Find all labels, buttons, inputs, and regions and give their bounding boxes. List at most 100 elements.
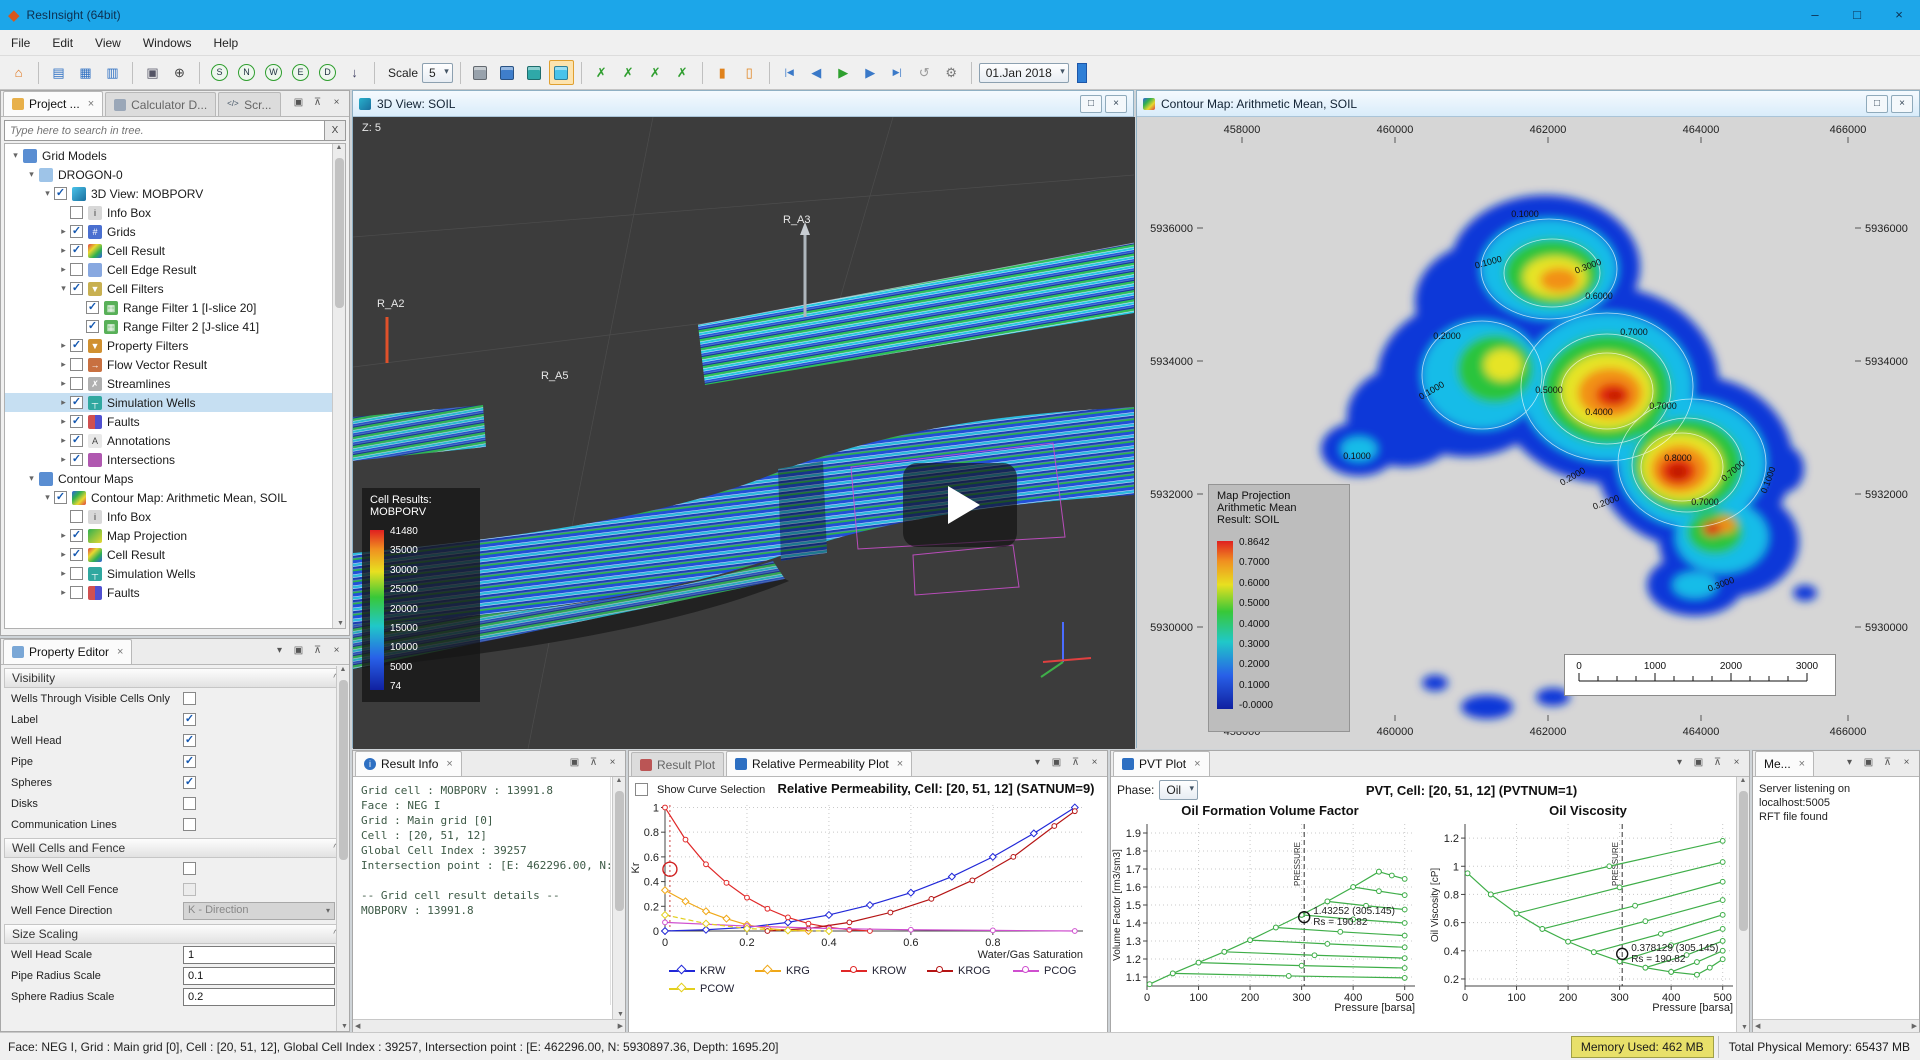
checkbox-map-projection[interactable]: ✓ xyxy=(70,529,83,542)
pin-icon[interactable]: ⊼ xyxy=(586,756,601,771)
anim-skip-end-icon[interactable]: ▶| xyxy=(885,60,910,85)
checkbox-flow-vector-result[interactable] xyxy=(70,358,83,371)
close-icon[interactable]: × xyxy=(88,98,94,110)
checkbox-streamlines[interactable] xyxy=(70,377,83,390)
tree-item-range-filter-2-j-slice-41[interactable]: ✓▦Range Filter 2 [J-slice 41] xyxy=(5,317,345,336)
phase-select[interactable]: Oil▾ xyxy=(1159,780,1198,800)
dock-menu-icon[interactable]: ▾ xyxy=(1030,756,1045,771)
plot-main-window-icon[interactable]: ▤ xyxy=(46,60,71,85)
expand-open-icon[interactable]: ▾ xyxy=(25,473,38,484)
section-header-well-cells-and-fence[interactable]: Well Cells and Fence^ xyxy=(4,838,346,858)
legend-item-krw[interactable]: KRW xyxy=(669,962,755,980)
search-input[interactable] xyxy=(4,120,325,141)
tree-item-streamlines[interactable]: ▸✗Streamlines xyxy=(5,374,345,393)
section-header-visibility[interactable]: Visibility^ xyxy=(4,668,346,688)
expand-open-icon[interactable]: ▾ xyxy=(41,492,54,503)
checkbox-communication-lines[interactable] xyxy=(183,818,196,831)
zoom-all-icon[interactable]: ⊕ xyxy=(167,60,192,85)
close-icon[interactable]: × xyxy=(329,96,344,111)
pin-icon[interactable]: ⊼ xyxy=(1880,756,1895,771)
draw-style-faults-icon[interactable] xyxy=(549,60,574,85)
tile-windows-icon[interactable]: ▣ xyxy=(140,60,165,85)
view-from-north-icon[interactable]: N xyxy=(234,60,259,85)
checkbox-info-box[interactable] xyxy=(70,206,83,219)
close-icon[interactable]: × xyxy=(1194,758,1200,770)
tab-property-editor[interactable]: Property Editor × xyxy=(3,639,132,664)
float-icon[interactable]: ▣ xyxy=(567,756,582,771)
expand-closed-icon[interactable]: ▸ xyxy=(57,245,70,256)
tree-item-faults[interactable]: ▸✓Faults xyxy=(5,412,345,431)
draw-style-mesh-icon[interactable] xyxy=(522,60,547,85)
menu-edit[interactable]: Edit xyxy=(41,30,84,56)
checkbox-range-filter-2-j-slice-41[interactable]: ✓ xyxy=(86,320,99,333)
view-from-above-icon[interactable]: D xyxy=(315,60,340,85)
checkbox-faults[interactable] xyxy=(70,586,83,599)
tree-item-map-projection[interactable]: ▸✓Map Projection xyxy=(5,526,345,545)
snapshot-icon[interactable]: ↓ xyxy=(342,60,367,85)
view-from-east-icon[interactable]: E xyxy=(288,60,313,85)
expand-closed-icon[interactable]: ▸ xyxy=(57,530,70,541)
checkbox-info-box[interactable] xyxy=(70,510,83,523)
tree-item-drogon-0[interactable]: ▾DROGON-0 xyxy=(5,165,345,184)
checkbox-show-well-cells[interactable] xyxy=(183,862,196,875)
expand-closed-icon[interactable]: ▸ xyxy=(57,264,70,275)
pin-icon[interactable]: ⊼ xyxy=(1068,756,1083,771)
tree-item-range-filter-1-i-slice-20[interactable]: ✓▦Range Filter 1 [I-slice 20] xyxy=(5,298,345,317)
fvf-chart[interactable]: 01002003004005001.11.21.31.41.51.61.71.8… xyxy=(1111,818,1425,1014)
pvt-vscroll[interactable]: ▲▼ xyxy=(1736,777,1749,1032)
checkbox-intersections[interactable]: ✓ xyxy=(70,453,83,466)
tab-project[interactable]: Project ...× xyxy=(3,91,103,116)
checkbox-annotations[interactable]: ✓ xyxy=(70,434,83,447)
expand-closed-icon[interactable]: ▸ xyxy=(57,454,70,465)
result-info-vscroll[interactable]: ▲▼ xyxy=(612,777,625,1032)
timestep-select[interactable]: 01.Jan 2018▾ xyxy=(979,63,1069,83)
input-pipe-radius-scale[interactable]: 0.1 xyxy=(183,967,335,985)
checkbox-spheres[interactable]: ✓ xyxy=(183,776,196,789)
close-icon[interactable]: × xyxy=(605,756,620,771)
menu-windows[interactable]: Windows xyxy=(132,30,203,56)
minimize-button[interactable]: – xyxy=(1794,0,1836,30)
tree-item-cell-filters[interactable]: ▾✓▼Cell Filters xyxy=(5,279,345,298)
well-spheres-icon[interactable]: ✗ xyxy=(643,60,668,85)
expand-open-icon[interactable]: ▾ xyxy=(9,150,22,161)
tree-item-simulation-wells[interactable]: ▸┬Simulation Wells xyxy=(5,564,345,583)
checkbox-faults[interactable]: ✓ xyxy=(70,415,83,428)
checkbox-contour-map-arithmetic-mean-soil[interactable]: ✓ xyxy=(54,491,67,504)
expand-closed-icon[interactable]: ▸ xyxy=(57,226,70,237)
tree-item-intersections[interactable]: ▸✓Intersections xyxy=(5,450,345,469)
tree-item-cell-result[interactable]: ▸✓Cell Result xyxy=(5,241,345,260)
tree-item-simulation-wells[interactable]: ▸✓┬Simulation Wells xyxy=(5,393,345,412)
expand-closed-icon[interactable]: ▸ xyxy=(57,416,70,427)
pin-icon[interactable]: ⊼ xyxy=(1710,756,1725,771)
expand-closed-icon[interactable]: ▸ xyxy=(57,568,70,579)
close-icon[interactable]: × xyxy=(446,758,452,770)
checkbox-cell-edge-result[interactable] xyxy=(70,263,83,276)
input-well-head-scale[interactable]: 1 xyxy=(183,946,335,964)
expand-closed-icon[interactable]: ▸ xyxy=(57,435,70,446)
menu-help[interactable]: Help xyxy=(203,30,250,56)
anim-play-icon[interactable]: ▶ xyxy=(831,60,856,85)
tree-item-grid-models[interactable]: ▾Grid Models xyxy=(5,146,345,165)
close-icon[interactable]: × xyxy=(897,758,903,770)
anim-skip-start-icon[interactable]: |◀ xyxy=(777,60,802,85)
expand-closed-icon[interactable]: ▸ xyxy=(57,549,70,560)
tab-scr[interactable]: </>Scr... xyxy=(218,92,280,116)
close-icon[interactable]: × xyxy=(1891,95,1913,113)
search-clear-button[interactable]: X xyxy=(325,120,346,141)
well-pipes-icon[interactable]: ✗ xyxy=(616,60,641,85)
checkbox-simulation-wells[interactable] xyxy=(70,567,83,580)
restore-icon[interactable]: □ xyxy=(1866,95,1888,113)
float-icon[interactable]: ▣ xyxy=(291,644,306,659)
tree-item-contour-map-arithmetic-mean-soil[interactable]: ▾✓Contour Map: Arithmetic Mean, SOIL xyxy=(5,488,345,507)
tree-item-annotations[interactable]: ▸✓AAnnotations xyxy=(5,431,345,450)
checkbox-pipe[interactable]: ✓ xyxy=(183,755,196,768)
menu-file[interactable]: File xyxy=(0,30,41,56)
result-info-hscroll[interactable]: ◀▶ xyxy=(353,1019,625,1032)
menu-view[interactable]: View xyxy=(84,30,132,56)
checkbox-show-well-cell-fence[interactable] xyxy=(183,883,196,896)
checkbox-grids[interactable]: ✓ xyxy=(70,225,83,238)
tree-item-3d-view-mobporv[interactable]: ▾✓3D View: MOBPORV xyxy=(5,184,345,203)
close-icon[interactable]: × xyxy=(1899,756,1914,771)
video-play-button[interactable] xyxy=(903,463,1017,547)
float-icon[interactable]: ▣ xyxy=(1691,756,1706,771)
